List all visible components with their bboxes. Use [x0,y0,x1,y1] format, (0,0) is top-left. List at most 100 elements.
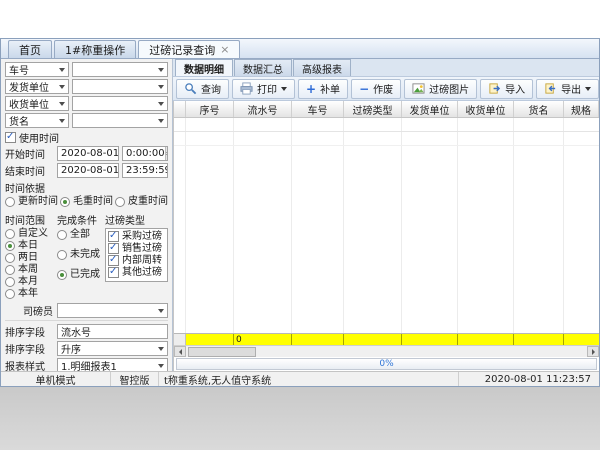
check-other-weigh[interactable]: 其他过磅 [108,267,165,278]
tab-weighing-operation-label: 1#称重操作 [65,42,125,58]
check-sales-weigh[interactable]: 销售过磅 [108,243,165,254]
radio-unfinished[interactable]: 未完成 [57,249,105,260]
printer-icon [240,82,253,95]
end-time-spinner[interactable]: 23:59:59 [122,163,168,178]
radio-this-month[interactable]: 本月 [5,276,57,287]
scroll-left-button[interactable] [174,346,186,357]
end-date-value: 2020-08-01 [61,165,119,176]
vehicle-value-combo[interactable] [72,62,168,77]
vehicle-field-label: 车号 [9,62,29,77]
radio-update-time[interactable]: 更新时间 [5,196,58,207]
filter-panel: 车号 发货单位 收货单位 货名 使用时间 开始时间 2020-08-0 [1,59,173,371]
checkbox-icon [108,243,119,254]
weigher-combo[interactable] [57,303,168,318]
vehicle-field-select[interactable]: 车号 [5,62,69,77]
chevron-down-icon [59,68,65,72]
query-button[interactable]: 查询 [176,79,229,99]
sort-order-row: 排序字段 升序 [5,341,168,356]
radio-this-year[interactable]: 本年 [5,288,57,299]
radio-icon [57,270,67,280]
tab-home-label: 首页 [19,42,41,58]
goods-value-combo[interactable] [72,113,168,128]
check-internal-transfer[interactable]: 内部周转 [108,255,165,266]
col-vehicle[interactable]: 车号 [292,101,344,117]
tab-data-detail[interactable]: 数据明细 [175,59,233,76]
print-button[interactable]: 打印 [232,79,295,99]
col-serial[interactable]: 流水号 [234,101,292,117]
tab-weigh-record-query-label: 过磅记录查询 [149,42,215,58]
start-time-spinner[interactable]: 0:00:00 [122,146,168,161]
chevron-down-icon [158,347,164,351]
grid-body[interactable] [174,118,599,333]
checkbox-icon [108,267,119,278]
search-icon [184,82,197,95]
filter-row-vehicle: 车号 [5,62,168,77]
page-tabstrip: 首页 1#称重操作 过磅记录查询 × [1,39,599,59]
radio-all[interactable]: 全部 [57,229,105,240]
empty-row-line [174,131,599,132]
start-date-picker[interactable]: 2020-08-01 [57,146,119,161]
shipper-field-select[interactable]: 发货单位 [5,79,69,94]
radio-two-days[interactable]: 两日 [5,252,57,263]
export-button[interactable]: 导出 [536,79,599,99]
horizontal-scrollbar[interactable] [174,345,599,357]
shipper-value-combo[interactable] [72,79,168,94]
goods-field-select[interactable]: 货名 [5,113,69,128]
col-seq[interactable]: 序号 [186,101,234,117]
use-time-checkbox[interactable] [5,132,16,143]
col-shipper[interactable]: 发货单位 [402,101,458,117]
summary-row: 0 [174,333,599,345]
radio-today[interactable]: 本日 [5,240,57,251]
use-time-row: 使用时间 [5,130,168,145]
spinner-icon[interactable] [165,147,168,160]
divider [5,320,168,321]
void-button[interactable]: − 作废 [351,79,401,99]
tab-weighing-operation[interactable]: 1#称重操作 [54,40,136,58]
receiver-field-select[interactable]: 收货单位 [5,96,69,111]
report-style-combo[interactable]: 1.明细报表1 [57,358,168,371]
col-spec[interactable]: 规格 [564,101,599,117]
report-style-row: 报表样式 1.明细报表1 [5,358,168,371]
plus-icon: + [306,84,316,94]
import-button[interactable]: 导入 [480,79,533,99]
chevron-down-icon [158,68,164,72]
radio-custom-range[interactable]: 自定义 [5,228,57,239]
end-date-picker[interactable]: 2020-08-01 [57,163,119,178]
radio-icon [115,197,125,207]
filter-row-goods: 货名 [5,113,168,128]
radio-icon [5,265,15,275]
desktop-background [0,387,600,450]
radio-tare-time[interactable]: 皮重时间 [115,196,168,207]
summary-count: 0 [234,334,292,345]
main-area: 车号 发货单位 收货单位 货名 使用时间 开始时间 2020-08-0 [1,59,599,371]
radio-finished[interactable]: 已完成 [57,269,105,280]
filter-columns: 时间范围 自定义 本日 两日 本周 本月 本年 完成条件 全部 未完成 已完成 … [5,210,168,300]
filter-row-receiver: 收货单位 [5,96,168,111]
app-window: 首页 1#称重操作 过磅记录查询 × 车号 发货单位 收货单位 货名 [0,38,600,387]
check-purchase-weigh[interactable]: 采购过磅 [108,231,165,242]
tab-advanced-report[interactable]: 高级报表 [293,59,351,76]
end-time-value: 23:59:59 [126,165,168,176]
sort-field-input[interactable]: 流水号 [57,324,168,339]
sort-order-combo[interactable]: 升序 [57,341,168,356]
tab-weigh-record-query[interactable]: 过磅记录查询 × [138,40,240,58]
status-edition: 智控版 [111,372,159,386]
scrollbar-thumb[interactable] [188,347,256,357]
radio-icon [57,230,67,240]
col-weigh-type[interactable]: 过磅类型 [344,101,402,117]
col-goods[interactable]: 货名 [514,101,564,117]
close-icon[interactable]: × [220,44,229,55]
supplement-order-button[interactable]: + 补单 [298,79,348,99]
receiver-value-combo[interactable] [72,96,168,111]
scroll-right-button[interactable] [587,346,599,357]
sort-field-row: 排序字段 流水号 [5,324,168,339]
radio-this-week[interactable]: 本周 [5,264,57,275]
tab-data-summary[interactable]: 数据汇总 [234,59,292,76]
radio-gross-time[interactable]: 毛重时间 [60,196,113,207]
weigh-photo-button[interactable]: 过磅图片 [404,79,477,99]
col-receiver[interactable]: 收货单位 [458,101,514,117]
tab-home[interactable]: 首页 [8,40,52,58]
progress-bar: 0% [176,358,597,370]
chevron-down-icon [585,87,591,91]
radio-icon [60,197,70,207]
